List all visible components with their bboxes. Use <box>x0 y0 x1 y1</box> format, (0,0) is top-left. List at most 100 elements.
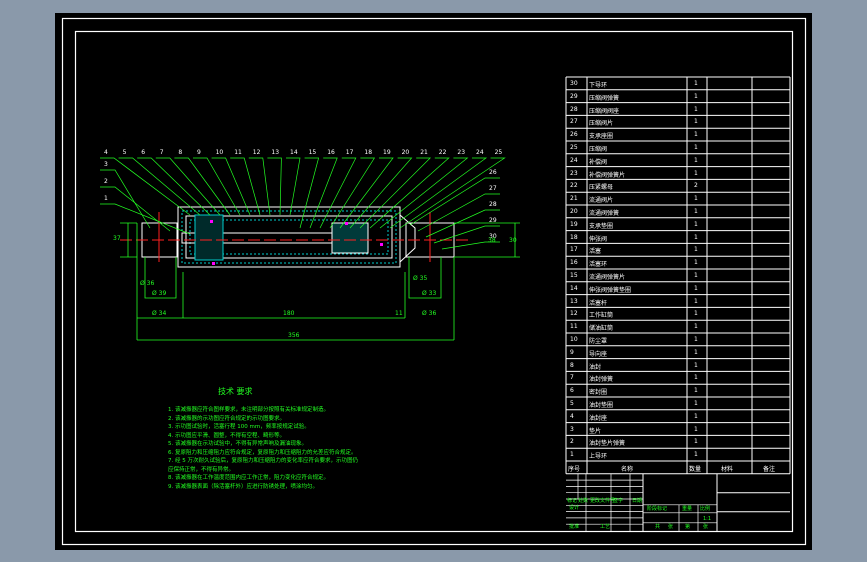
title-block-weight: 重量 <box>682 505 693 512</box>
parts-row: 19 支承垫圈 1 <box>566 218 790 231</box>
title-block-sheet2: 张 <box>668 523 674 530</box>
part-qty: 1 <box>694 156 698 164</box>
balloon-9: 9 <box>197 149 201 156</box>
part-no: 10 <box>570 336 578 343</box>
balloon-28: 28 <box>489 201 497 208</box>
part-qty: 1 <box>694 284 698 292</box>
parts-row: 30 下导环 1 <box>566 77 790 90</box>
leader-line <box>299 157 320 229</box>
part-name: 压缩阀弹簧 <box>589 94 620 102</box>
part-name: 密封圈 <box>589 389 608 397</box>
dimension-lines <box>120 222 520 341</box>
tech-requirements-title: 技术 要求 <box>218 387 253 396</box>
part-name: 支承垫圈 <box>589 222 614 230</box>
parts-row: 2 油封垫片弹簧 1 <box>566 435 790 448</box>
tech-requirement-item: 2. 该减振器的示功图应符合规定的示功图要求。 <box>168 415 285 422</box>
dim-356: 356 <box>288 332 300 339</box>
part-name: 伸张阀弹簧垫圈 <box>589 286 632 294</box>
part-qty: 1 <box>694 374 698 382</box>
part-qty: 1 <box>694 118 698 126</box>
parts-row: 7 油封弹簧 1 <box>566 371 790 384</box>
part-qty: 1 <box>694 80 698 87</box>
tech-requirement-item: 7. 经 5 万次耐久试验后，复原阻力和压缩阻力的变化率应符合要求，示功图仍 <box>168 458 358 464</box>
leader-line <box>379 157 469 229</box>
part-no: 22 <box>570 182 578 190</box>
dim-180: 180 <box>283 310 295 317</box>
part-no: 16 <box>570 259 578 267</box>
part-qty: 1 <box>694 105 698 113</box>
part-qty: 1 <box>694 438 698 446</box>
part-name: 防尘罩 <box>589 338 608 345</box>
part-no: 6 <box>570 387 574 395</box>
balloon-16: 16 <box>327 149 335 156</box>
part-no: 9 <box>570 348 574 356</box>
part-no: 20 <box>570 208 578 215</box>
part-no: 1 <box>570 451 574 459</box>
parts-row: 10 防尘罩 1 <box>566 333 790 346</box>
balloon-3: 3 <box>104 161 108 168</box>
part-name: 油封弹簧 <box>589 376 614 384</box>
leader-line <box>339 157 394 229</box>
balloon-6: 6 <box>141 149 146 156</box>
part-name: 压缩阀片 <box>589 120 614 128</box>
part-no: 24 <box>570 156 578 164</box>
balloon-8: 8 <box>178 149 183 156</box>
leader-line <box>389 157 488 229</box>
part-name: 流通阀弹簧 <box>589 210 620 217</box>
title-block-scale: 比例 <box>700 505 711 512</box>
parts-row: 16 活塞环 1 <box>566 256 790 269</box>
tech-requirement-item: 应保持正常，不得有异常。 <box>168 466 235 473</box>
title-block-approve: 批准 <box>569 523 580 530</box>
part-no: 15 <box>570 272 578 279</box>
balloon-11: 11 <box>234 149 242 156</box>
parts-row: 17 活塞 1 <box>566 243 790 256</box>
dim-gap: 11 <box>395 310 403 317</box>
part-name: 压紧螺母 <box>589 184 614 192</box>
part-qty: 1 <box>694 208 698 215</box>
part-name: 油封垫片弹簧 <box>589 440 626 448</box>
part-no: 29 <box>570 92 578 100</box>
part-no: 21 <box>570 195 578 203</box>
part-no: 2 <box>570 438 574 446</box>
part-qty: 1 <box>694 131 698 139</box>
parts-row: 13 活塞杆 1 <box>566 295 790 308</box>
dim-right-mid: Ø 33 <box>422 290 437 297</box>
parts-row: 4 油封座 1 <box>566 410 790 423</box>
part-qty: 1 <box>694 297 698 305</box>
leader-line <box>118 157 201 216</box>
part-no: 14 <box>570 284 578 292</box>
balloon-12: 12 <box>252 149 261 156</box>
title-block-design: 设计 <box>569 504 580 511</box>
part-name: 活塞杆 <box>589 299 608 307</box>
parts-row: 15 流通阀弹簧片 1 <box>566 269 790 282</box>
parts-row: 1 上导环 1 <box>566 448 790 461</box>
header-qty: 数量 <box>689 466 702 473</box>
balloon-4: 4 <box>104 149 108 156</box>
balloon-17: 17 <box>345 149 354 156</box>
part-no: 27 <box>570 118 578 126</box>
leader-line <box>211 157 251 216</box>
title-block-scale-val: 1:1 <box>703 515 712 522</box>
part-name: 压缩阀 <box>589 146 608 153</box>
part-name: 补偿阀 <box>589 158 608 166</box>
parts-row: 18 伸张阀 1 <box>566 231 790 244</box>
tech-requirement-item: 8. 该减振器在工作温度范围内应工作正常，阻力变化应符合规定。 <box>168 475 329 481</box>
dim-h-right2: 30 <box>509 237 517 244</box>
dim-h-right: 38 <box>488 237 496 244</box>
balloon-20: 20 <box>401 149 410 156</box>
leader-line <box>319 157 357 229</box>
parts-row: 29 压缩阀弹簧 1 <box>566 90 790 103</box>
part-qty: 1 <box>694 412 698 420</box>
part-no: 30 <box>570 80 578 87</box>
header-remark: 备注 <box>763 466 776 473</box>
part-name: 油封垫圈 <box>589 402 614 409</box>
parts-row: 25 压缩阀 1 <box>566 141 790 154</box>
part-qty: 1 <box>694 425 698 433</box>
parts-row: 6 密封圈 1 <box>566 384 790 397</box>
part-no: 11 <box>570 323 578 331</box>
leader-line <box>369 157 450 229</box>
part-name: 工作缸筒 <box>589 312 614 320</box>
title-block-sheet4: 张 <box>703 523 709 530</box>
part-name: 压缩阀阀座 <box>589 107 620 115</box>
leader-line <box>359 157 432 229</box>
